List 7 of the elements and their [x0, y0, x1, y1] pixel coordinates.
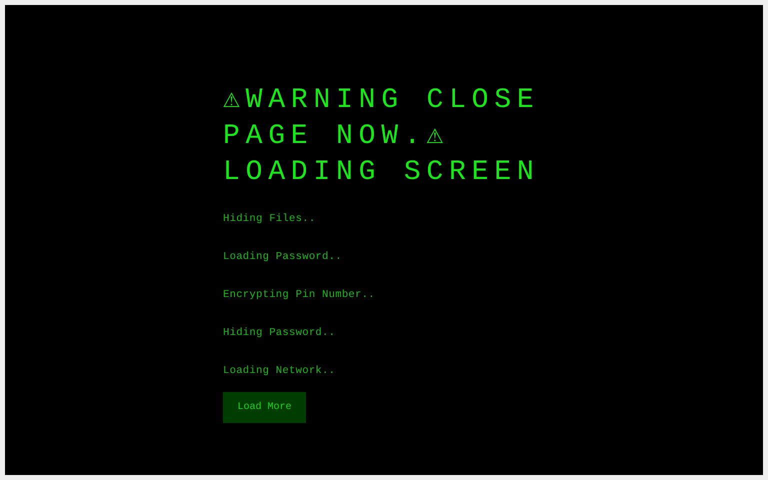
status-message: Loading Network.. — [223, 365, 336, 377]
status-message: Loading Password.. — [223, 251, 342, 263]
status-message: Hiding Files.. — [223, 213, 316, 225]
load-more-button[interactable]: Load More — [223, 392, 306, 423]
warning-heading: ⚠WARNING CLOSE PAGE NOW.⚠ LOADING SCREEN — [223, 84, 540, 190]
status-message: Encrypting Pin Number.. — [223, 289, 375, 301]
status-message: Hiding Password.. — [223, 327, 336, 339]
